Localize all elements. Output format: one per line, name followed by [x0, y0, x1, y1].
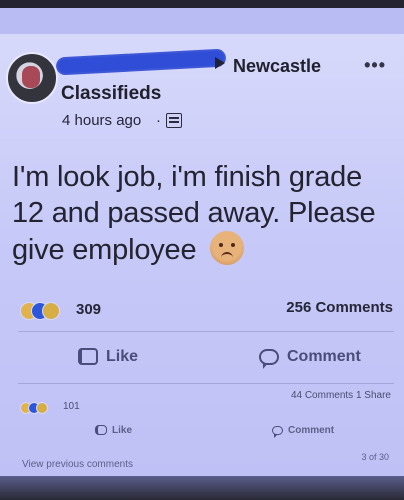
secondary-like-label: Like: [112, 425, 133, 436]
comment-label: Comment: [287, 348, 361, 365]
comments-count[interactable]: 256 Comments: [286, 299, 393, 316]
screen-top-edge: [0, 0, 404, 8]
privacy-icon: [166, 113, 182, 128]
group-subname[interactable]: Classifieds: [61, 83, 161, 105]
reaction-icons[interactable]: [20, 302, 78, 320]
view-previous-comments-link[interactable]: View previous comments: [22, 459, 133, 470]
like-icon: [95, 425, 107, 435]
group-name[interactable]: Newcastle: [233, 56, 321, 77]
comment-icon: [272, 426, 283, 438]
sad-emoji-icon: [210, 231, 245, 265]
like-label: Like: [106, 348, 139, 365]
like-icon: [78, 348, 98, 365]
screen-bottom-edge: [0, 476, 404, 500]
post-time[interactable]: 4 hours ago: [62, 112, 141, 129]
avatar[interactable]: [6, 52, 58, 104]
secondary-comment-label: Comment: [288, 425, 335, 436]
more-icon[interactable]: •••: [364, 55, 386, 76]
divider: [18, 383, 394, 384]
post-body: I'm look job, i'm finish grade 12 and pa…: [12, 161, 376, 266]
divider: [18, 331, 394, 332]
secondary-reaction-icons[interactable]: [20, 402, 62, 414]
secondary-comment-button[interactable]: Comment: [272, 425, 335, 438]
avatar-image: [22, 66, 40, 88]
like-button[interactable]: Like: [78, 348, 138, 366]
right-arrow-icon: [215, 57, 225, 69]
comment-icon: [259, 349, 279, 369]
reaction-icon: [42, 302, 60, 320]
page-count: 3 of 30: [361, 452, 389, 462]
secondary-like-button[interactable]: Like: [95, 425, 132, 436]
dot-separator: ·: [156, 112, 161, 129]
reaction-icon: [36, 402, 48, 414]
secondary-reaction-count[interactable]: 101: [63, 401, 80, 412]
secondary-comments-count[interactable]: 44 Comments 1 Share: [291, 390, 391, 401]
post-text: I'm look job, i'm finish grade 12 and pa…: [12, 159, 390, 268]
comment-button[interactable]: Comment: [259, 348, 361, 369]
reaction-count[interactable]: 309: [76, 301, 101, 318]
